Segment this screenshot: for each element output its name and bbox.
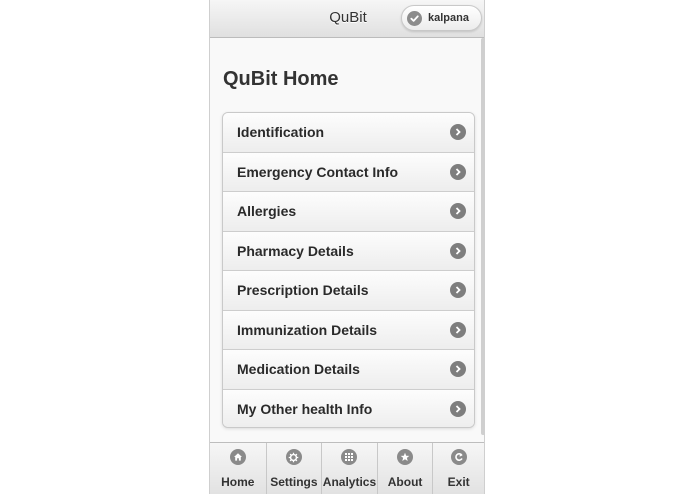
arrow-right-icon: [450, 321, 466, 338]
nav-settings[interactable]: Settings: [267, 443, 323, 494]
nav-exit[interactable]: Exit: [433, 443, 484, 494]
menu-item-label: Identification: [237, 124, 325, 141]
menu-item-pharmacy[interactable]: Pharmacy Details: [223, 231, 474, 271]
grid-icon: [341, 449, 358, 465]
arrow-right-icon: [450, 242, 466, 259]
arrow-right-icon: [450, 361, 466, 378]
check-icon: [407, 10, 422, 26]
nav-analytics[interactable]: Analytics: [322, 443, 378, 494]
nav-label: Exit: [447, 475, 470, 489]
menu-item-immunization[interactable]: Immunization Details: [223, 310, 474, 350]
page-title: QuBit Home: [223, 68, 339, 90]
back-icon: [450, 449, 467, 465]
menu-item-allergies[interactable]: Allergies: [223, 192, 474, 232]
user-button[interactable]: kalpana: [401, 5, 482, 31]
nav-home[interactable]: Home: [210, 443, 267, 494]
menu-item-label: Pharmacy Details: [237, 242, 354, 259]
header-bar: QuBit kalpana: [210, 0, 484, 38]
menu-item-identification[interactable]: Identification: [223, 113, 474, 153]
home-icon: [229, 449, 246, 465]
menu-item-prescription[interactable]: Prescription Details: [223, 271, 474, 311]
gear-icon: [285, 449, 302, 465]
arrow-right-icon: [450, 124, 466, 141]
scrollbar[interactable]: [481, 38, 484, 435]
nav-about[interactable]: About: [378, 443, 434, 494]
user-name: kalpana: [428, 12, 469, 24]
menu-item-label: My Other health Info: [237, 401, 373, 418]
menu-item-label: Prescription Details: [237, 282, 369, 299]
arrow-right-icon: [450, 163, 466, 180]
star-icon: [397, 449, 414, 465]
arrow-right-icon: [450, 282, 466, 299]
footer-nav: Home Settings Analytics About Exit: [210, 442, 484, 494]
menu-item-label: Immunization Details: [237, 321, 378, 338]
menu-item-label: Emergency Contact Info: [237, 163, 399, 180]
nav-label: Analytics: [322, 475, 377, 489]
menu-item-label: Allergies: [237, 203, 297, 220]
menu-list: Identification Emergency Contact Info Al…: [222, 112, 475, 428]
nav-label: About: [387, 475, 423, 489]
menu-item-emergency-contact[interactable]: Emergency Contact Info: [223, 152, 474, 192]
nav-label: Home: [221, 475, 255, 489]
app-screen: QuBit kalpana QuBit Home Identification …: [209, 0, 485, 494]
arrow-right-icon: [450, 203, 466, 220]
menu-item-label: Medication Details: [237, 361, 360, 378]
nav-label: Settings: [270, 475, 318, 489]
menu-item-other-health[interactable]: My Other health Info: [223, 389, 474, 427]
menu-item-medication[interactable]: Medication Details: [223, 350, 474, 390]
arrow-right-icon: [450, 401, 466, 418]
